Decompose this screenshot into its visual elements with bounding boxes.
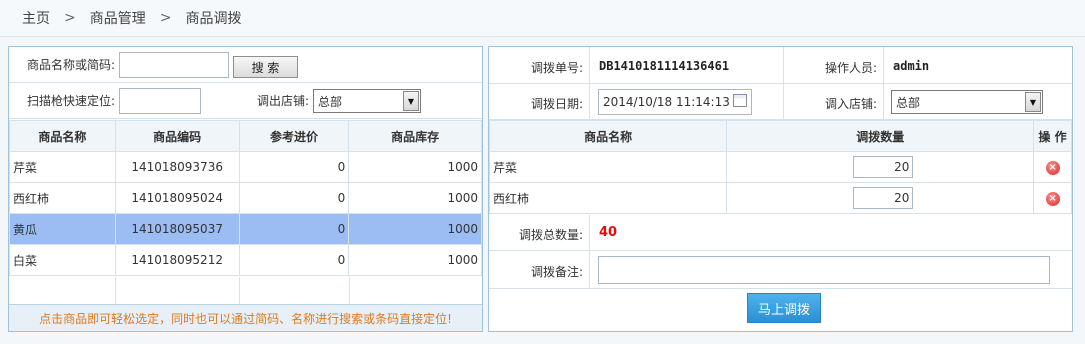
item-name: 西红柿 (488, 182, 728, 214)
remark-row: 调拨备注: (489, 251, 1072, 289)
quantity-cell: 20 (726, 151, 1035, 183)
cell-name: 黄瓜 (9, 213, 116, 245)
product-selection-panel: 商品名称或简码: 搜 索 扫描枪快速定位: 调出店铺: 总部 ▼ 商品名称 商品… (8, 46, 483, 332)
col-header-name: 商品名称 (9, 120, 116, 152)
quantity-input[interactable]: 20 (853, 187, 914, 209)
product-name-input[interactable] (119, 52, 229, 78)
cell-price: 0 (238, 244, 350, 276)
product-name-label: 商品名称或简码: (26, 58, 115, 72)
operator-label: 操作人员: (824, 61, 877, 75)
table-row-selected[interactable]: 黄瓜 141018095037 0 1000 (9, 213, 482, 245)
table-row: 西红柿 20 × (488, 182, 1072, 214)
col-header-item-name: 商品名称 (488, 120, 728, 152)
breadcrumb-product-transfer: 商品调拨 (185, 11, 242, 27)
breadcrumb-separator-icon: > (64, 10, 76, 26)
cell-price: 0 (238, 182, 350, 214)
in-store-select[interactable]: 总部 ▼ (891, 90, 1043, 114)
column-divider (115, 277, 116, 304)
remark-label: 调拨备注: (530, 265, 583, 279)
cell-price: 0 (238, 151, 350, 183)
order-no-value: DB1410181114136461 (599, 59, 730, 73)
delete-circle-icon[interactable]: × (1045, 191, 1060, 206)
transfer-table-header: 商品名称 调拨数量 操 作 (488, 120, 1072, 152)
date-row: 调拨日期: 2014/10/18 11:14:13 调入店铺: 总部 ▼ (489, 84, 1072, 120)
cell-stock: 1000 (348, 182, 482, 214)
cell-code: 141018095024 (114, 182, 240, 214)
transfer-date-value: 2014/10/18 11:14:13 (603, 95, 730, 109)
transfer-date-input[interactable]: 2014/10/18 11:14:13 (598, 89, 752, 115)
divider (883, 47, 884, 84)
cell-stock: 1000 (348, 213, 482, 245)
total-value: 40 (599, 225, 618, 240)
col-header-price: 参考进价 (238, 120, 350, 152)
out-store-label: 调出店铺: (256, 94, 309, 108)
transfer-date-label: 调拨日期: (530, 97, 583, 111)
table-row: 芹菜 20 × (488, 151, 1072, 183)
divider (589, 251, 590, 289)
col-header-quantity: 调拨数量 (726, 120, 1035, 152)
cell-code: 141018093736 (114, 151, 240, 183)
table-row[interactable]: 白菜 141018095212 0 1000 (9, 244, 482, 276)
breadcrumb-separator-icon: > (159, 10, 172, 26)
order-row: 调拨单号: DB1410181114136461 操作人员: admin (489, 47, 1072, 84)
column-divider (239, 277, 240, 304)
divider (589, 215, 590, 251)
transfer-items-table: 商品名称 调拨数量 操 作 芹菜 20 × 西红柿 20 × (488, 120, 1072, 214)
col-header-action: 操 作 (1033, 120, 1072, 152)
in-store-label: 调入店铺: (824, 97, 877, 111)
quantity-input[interactable]: 20 (853, 156, 914, 178)
help-tip: 点击商品即可轻松选定，同时也可以通过简码、名称进行搜索或条码直接定位! (9, 304, 482, 331)
cell-stock: 1000 (348, 151, 482, 183)
divider (783, 84, 784, 120)
table-row[interactable]: 芹菜 141018093736 0 1000 (9, 151, 482, 183)
col-header-stock: 商品库存 (348, 120, 482, 152)
cell-code: 141018095037 (114, 213, 240, 245)
out-store-value: 总部 (318, 94, 343, 109)
cell-name: 白菜 (9, 244, 116, 276)
transfer-panel: 调拨单号: DB1410181114136461 操作人员: admin 调拨日… (488, 46, 1073, 332)
breadcrumb-home[interactable]: 主页 (22, 8, 50, 28)
calendar-icon[interactable] (733, 94, 747, 107)
col-header-code: 商品编码 (114, 120, 240, 152)
in-store-value: 总部 (896, 95, 921, 110)
product-table: 商品名称 商品编码 参考进价 商品库存 芹菜 141018093736 0 10… (9, 120, 482, 276)
cell-code: 141018095212 (114, 244, 240, 276)
scan-row: 扫描枪快速定位: 调出店铺: 总部 ▼ (9, 83, 482, 119)
search-button[interactable]: 搜 索 (233, 56, 298, 78)
scan-input[interactable] (119, 88, 201, 114)
item-name: 芹菜 (488, 151, 728, 183)
out-store-select[interactable]: 总部 ▼ (313, 89, 421, 113)
action-cell: × (1033, 182, 1072, 214)
table-row[interactable]: 西红柿 141018095024 0 1000 (9, 182, 482, 214)
divider (883, 84, 884, 120)
product-table-header: 商品名称 商品编码 参考进价 商品库存 (9, 120, 482, 152)
submit-transfer-button[interactable]: 马上调拨 (747, 293, 821, 323)
quantity-cell: 20 (726, 182, 1035, 214)
dropdown-arrow-icon[interactable]: ▼ (403, 91, 419, 111)
total-label: 调拨总数量: (518, 228, 583, 242)
scan-label: 扫描枪快速定位: (26, 94, 115, 108)
dropdown-arrow-icon[interactable]: ▼ (1025, 92, 1041, 112)
divider (589, 47, 590, 84)
column-divider (349, 277, 350, 304)
cell-stock: 1000 (348, 244, 482, 276)
divider (783, 47, 784, 84)
search-row: 商品名称或简码: 搜 索 (9, 47, 482, 83)
order-no-label: 调拨单号: (530, 61, 583, 75)
cell-name: 芹菜 (9, 151, 116, 183)
cell-name: 西红柿 (9, 182, 116, 214)
divider (589, 84, 590, 120)
remark-input[interactable] (598, 256, 1050, 284)
total-row: 调拨总数量: 40 (489, 215, 1072, 251)
operator-value: admin (893, 59, 930, 73)
cell-price: 0 (238, 213, 350, 245)
breadcrumb: 主页 > 商品管理 > 商品调拨 (0, 0, 1085, 37)
breadcrumb-product-management[interactable]: 商品管理 (90, 8, 146, 28)
action-cell: × (1033, 151, 1072, 183)
delete-circle-icon[interactable]: × (1045, 160, 1060, 175)
